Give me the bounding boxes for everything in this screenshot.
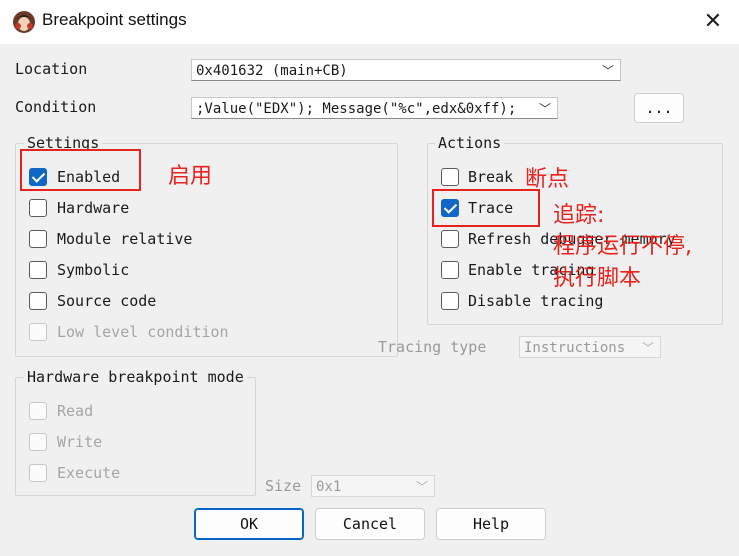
symbolic-label[interactable]: Symbolic [57, 261, 129, 279]
read-label: Read [57, 402, 94, 420]
tracing-type-value: Instructions [524, 340, 626, 356]
symbolic-checkbox[interactable] [29, 261, 47, 279]
enable-tracing-checkbox[interactable] [441, 261, 459, 279]
break-annotation: 断点 [525, 167, 570, 192]
execute-label: Execute [57, 464, 121, 482]
condition-value: ;Value("EDX"); Message("%c",edx&0xff); [196, 101, 517, 117]
close-icon[interactable]: ✕ [697, 6, 729, 38]
low-level-condition-label: Low level condition [57, 323, 229, 341]
execute-checkbox [29, 464, 47, 482]
write-checkbox [29, 433, 47, 451]
disable-tracing-label[interactable]: Disable tracing [468, 292, 603, 310]
break-label[interactable]: Break [468, 168, 513, 186]
chevron-down-icon: ﹀ [641, 341, 654, 355]
refresh-debugger-memory-checkbox[interactable] [441, 230, 459, 248]
hardware-mode-group [15, 377, 256, 496]
trace-highlight-box [432, 189, 540, 227]
size-label: Size [265, 477, 302, 495]
tracing-type-combo: Instructions ﹀ [519, 336, 661, 358]
tracing-type-label: Tracing type [378, 338, 487, 356]
actions-title: Actions [435, 134, 505, 152]
trace-annotation-line2: 程序运行不停, [553, 234, 692, 259]
app-icon [12, 10, 36, 34]
enabled-annotation: 启用 [168, 164, 213, 189]
cancel-button[interactable]: Cancel [315, 508, 425, 540]
chevron-down-icon: ﹀ [415, 480, 428, 494]
trace-annotation-line1: 追踪: [553, 203, 605, 228]
hardware-mode-title: Hardware breakpoint mode [24, 368, 247, 386]
chevron-down-icon: ﹀ [538, 102, 551, 116]
condition-label: Condition [15, 98, 97, 116]
break-checkbox[interactable] [441, 168, 459, 186]
low-level-condition-checkbox [29, 323, 47, 341]
location-label: Location [15, 60, 88, 78]
condition-more-button[interactable]: ... [634, 93, 684, 123]
hardware-checkbox[interactable] [29, 199, 47, 217]
ok-button[interactable]: OK [194, 508, 304, 540]
help-button[interactable]: Help [436, 508, 546, 540]
module-relative-label[interactable]: Module relative [57, 230, 192, 248]
size-combo: 0x1 ﹀ [311, 475, 435, 497]
location-value: 0x401632 (main+CB) [196, 63, 348, 79]
enabled-highlight-box [20, 149, 141, 191]
source-code-label[interactable]: Source code [57, 292, 156, 310]
size-value: 0x1 [316, 479, 342, 495]
condition-combo[interactable]: ;Value("EDX"); Message("%c",edx&0xff); ﹀ [191, 97, 558, 119]
trace-annotation-line3: 执行脚本 [553, 266, 642, 291]
chevron-down-icon: ﹀ [601, 64, 614, 78]
window-title: Breakpoint settings [42, 10, 187, 29]
hardware-label[interactable]: Hardware [57, 199, 129, 217]
source-code-checkbox[interactable] [29, 292, 47, 310]
location-combo[interactable]: 0x401632 (main+CB) ﹀ [191, 59, 621, 81]
disable-tracing-checkbox[interactable] [441, 292, 459, 310]
read-checkbox [29, 402, 47, 420]
module-relative-checkbox[interactable] [29, 230, 47, 248]
write-label: Write [57, 433, 103, 451]
